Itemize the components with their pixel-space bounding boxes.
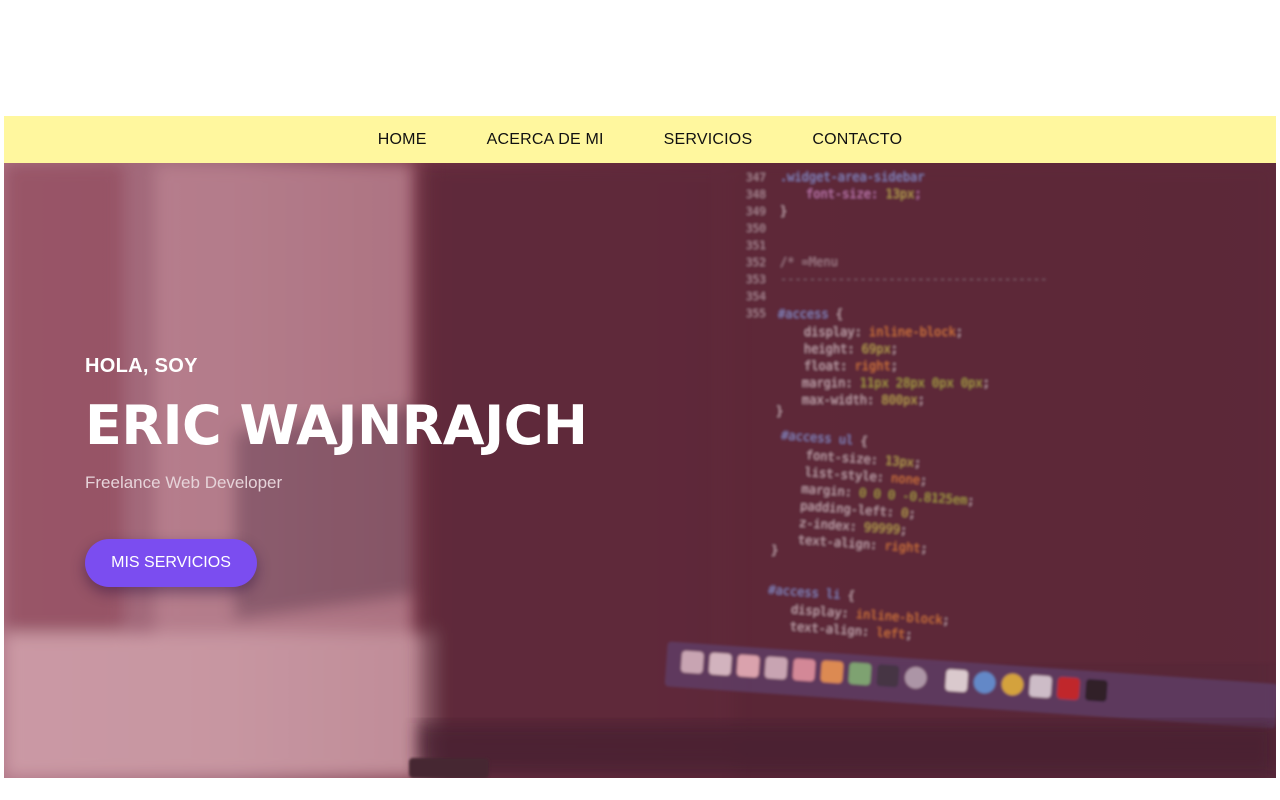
hero-name: ERIC WAJNRAJCH [85, 394, 588, 457]
hero-role: Freelance Web Developer [85, 473, 283, 493]
top-navigation: HOME ACERCA DE MI SERVICIOS CONTACTO [4, 116, 1276, 163]
hero-intro: HOLA, SOY ERIC WAJNRAJCH Freelance Web D… [85, 355, 588, 588]
nav-link-home[interactable]: HOME [378, 131, 427, 149]
nav-link-servicios[interactable]: SERVICIOS [664, 131, 753, 149]
hero-greeting: HOLA, SOY [85, 355, 198, 377]
nav-link-acerca-de-mi[interactable]: ACERCA DE MI [487, 131, 604, 149]
hero-section: 347 348 349 350 351 352 353 354 355 .wid… [4, 163, 1276, 778]
nav-link-contacto[interactable]: CONTACTO [812, 131, 902, 149]
mis-servicios-button[interactable]: MIS SERVICIOS [85, 539, 257, 588]
